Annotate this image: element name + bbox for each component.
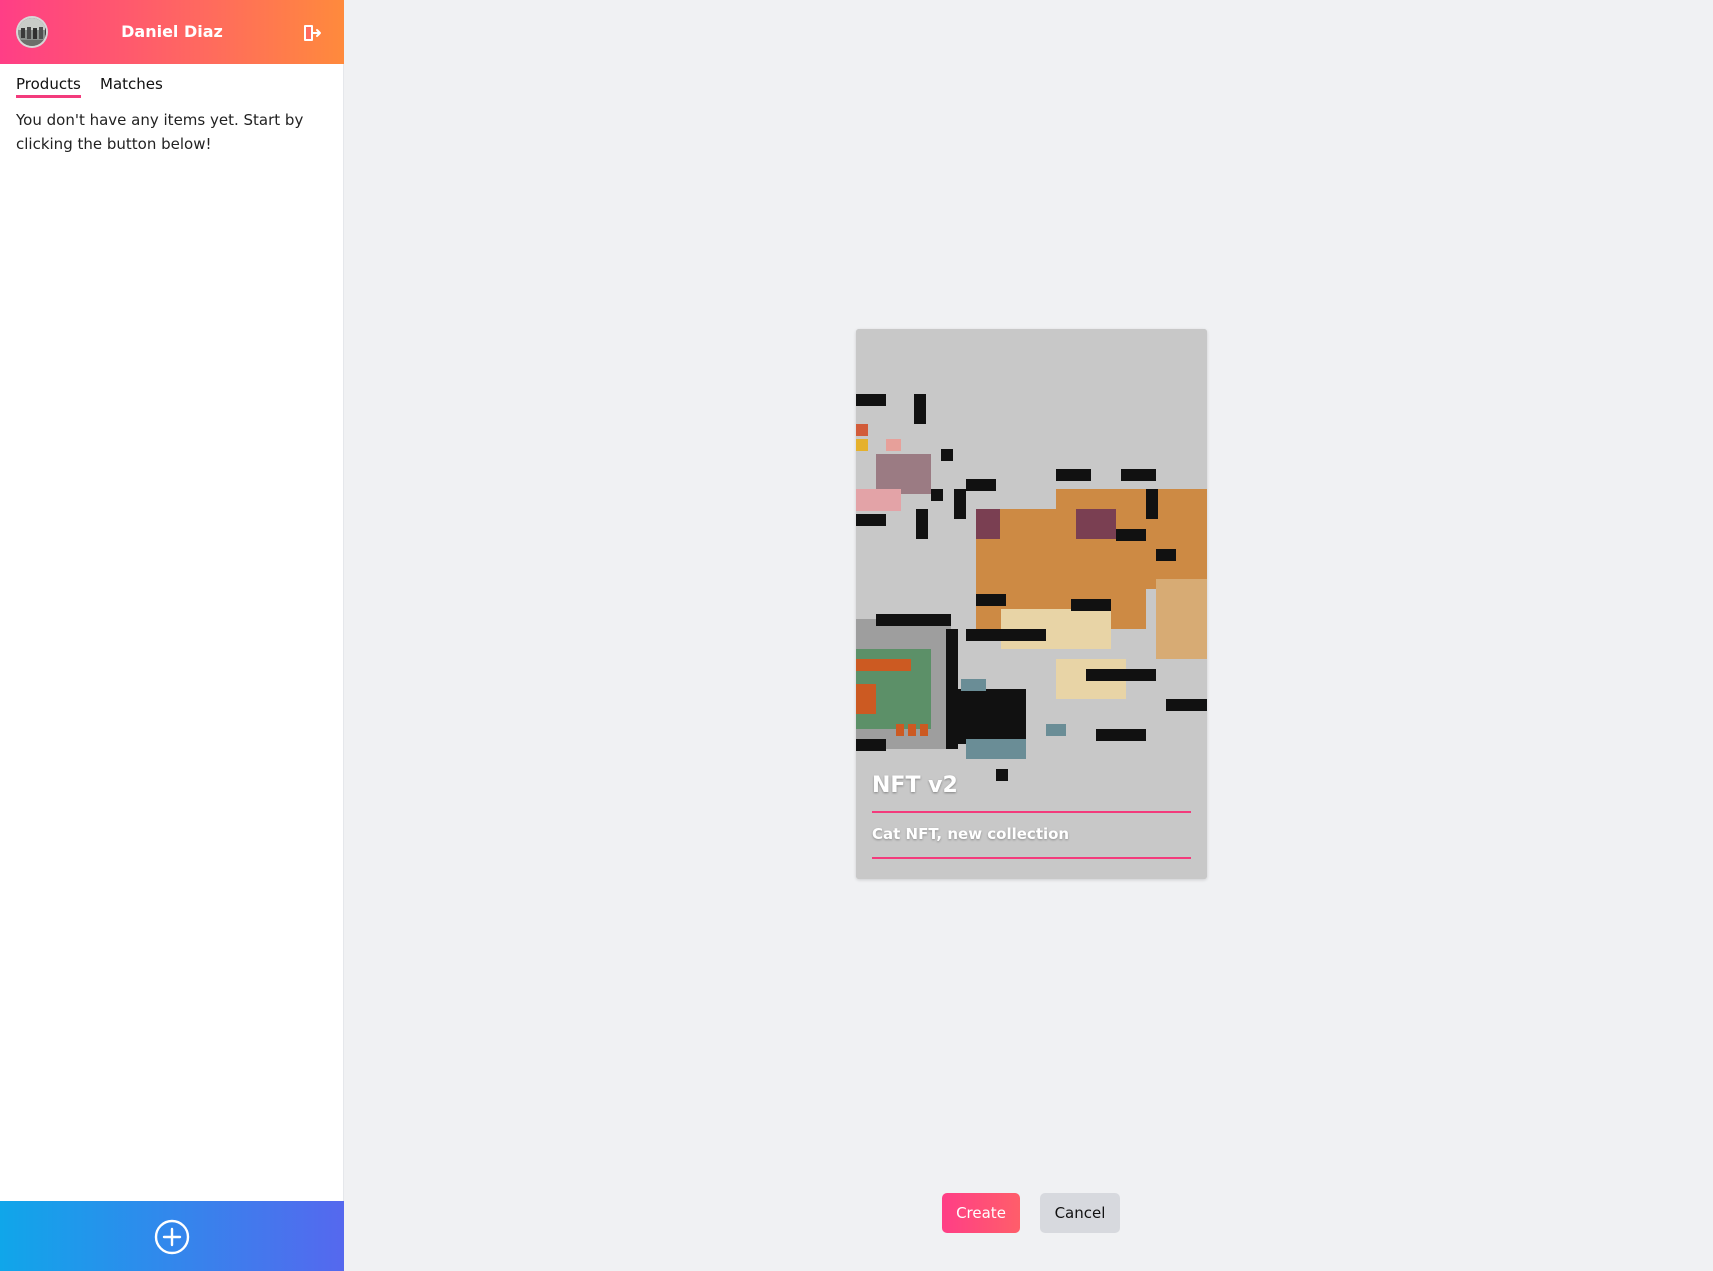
logout-icon[interactable]	[302, 24, 322, 42]
create-button[interactable]: Create	[942, 1193, 1020, 1233]
card-description: Cat NFT, new collection	[872, 825, 1070, 843]
user-name: Daniel Diaz	[121, 22, 223, 41]
empty-message: You don't have any items yet. Start by c…	[16, 111, 304, 153]
plus-circle-icon	[154, 1219, 190, 1255]
add-item-button[interactable]	[0, 1201, 344, 1271]
main-area: NFT v2 Cat NFT, new collection Create Ca…	[344, 0, 1713, 1271]
card-title: NFT v2	[872, 773, 958, 798]
cancel-button[interactable]: Cancel	[1040, 1193, 1120, 1233]
description-underline	[872, 857, 1191, 859]
app: Daniel Diaz Products Matches You don't h…	[0, 0, 1713, 1271]
sidebar: Daniel Diaz Products Matches You don't h…	[0, 0, 344, 1271]
title-underline	[872, 811, 1191, 813]
tab-products[interactable]: Products	[16, 74, 81, 98]
sidebar-header: Daniel Diaz	[0, 0, 344, 64]
nft-card: NFT v2 Cat NFT, new collection	[856, 329, 1207, 879]
tab-matches[interactable]: Matches	[100, 74, 163, 98]
